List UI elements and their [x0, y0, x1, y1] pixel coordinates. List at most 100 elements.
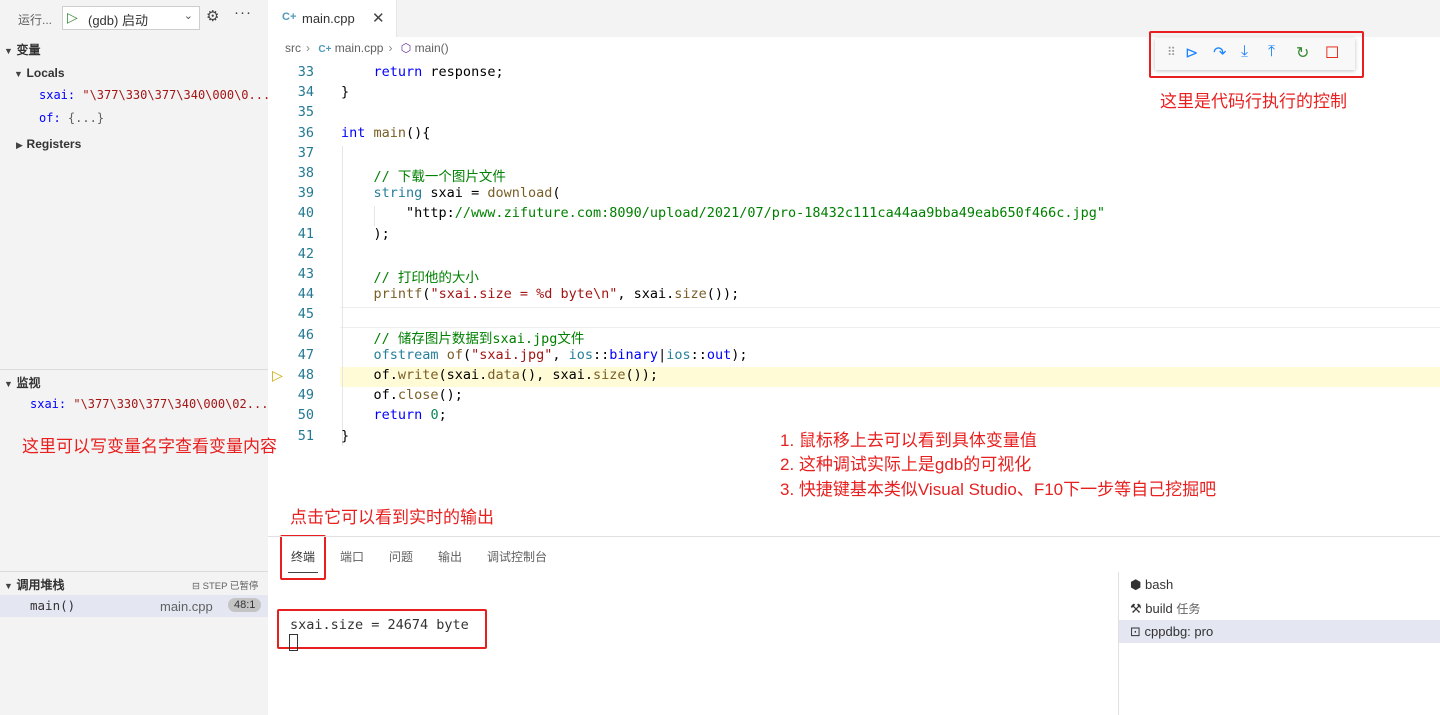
- chevron-right-icon: ›: [388, 41, 393, 55]
- locals-scope[interactable]: ▼ Locals: [14, 65, 65, 80]
- close-icon[interactable]: ✕: [372, 9, 385, 27]
- breadcrumb-item[interactable]: src: [285, 41, 301, 55]
- line-number[interactable]: 42: [270, 246, 314, 262]
- tab-label: main.cpp: [302, 11, 355, 26]
- method-icon: ⬡: [400, 41, 412, 55]
- code-line[interactable]: // 下载一个图片文件: [341, 165, 506, 185]
- terminal-item-cppdbg[interactable]: ⊡ cppdbg: pro: [1130, 624, 1213, 640]
- line-number[interactable]: 40: [270, 205, 314, 221]
- annotation-tip: 2. 这种调试实际上是gdb的可视化: [780, 455, 1032, 474]
- chevron-down-icon: ▼: [4, 379, 13, 389]
- tab-terminal[interactable]: 终端: [291, 548, 315, 565]
- line-number[interactable]: 35: [270, 104, 314, 120]
- code-line[interactable]: int main(){: [341, 125, 430, 141]
- line-number[interactable]: 44: [270, 286, 314, 302]
- variables-section-header[interactable]: ▼ 变量: [4, 41, 41, 58]
- breadcrumb-item[interactable]: main(): [415, 41, 449, 55]
- stack-frame-row[interactable]: main() main.cpp 48:1: [0, 595, 268, 617]
- chevron-right-icon: ▶: [16, 140, 23, 150]
- terminal-item-bash[interactable]: ⬢ bash: [1130, 577, 1173, 593]
- watch-section-header[interactable]: ▼ 监视: [4, 374, 41, 391]
- call-stack-section-header[interactable]: ▼ 调用堆栈: [4, 576, 65, 593]
- annotation-tip: 1. 鼠标移上去可以看到具体变量值: [780, 431, 1037, 450]
- run-label: 运行...: [18, 13, 53, 27]
- tab-debug-console[interactable]: 调试控制台: [487, 548, 547, 565]
- start-debug-icon[interactable]: ▷: [67, 9, 78, 26]
- code-line[interactable]: // 储存图片数据到sxai.jpg文件: [341, 327, 585, 347]
- line-number[interactable]: 34: [270, 84, 314, 100]
- chevron-down-icon: ▼: [14, 69, 23, 79]
- chevron-down-icon[interactable]: ⌄: [184, 9, 193, 22]
- code-line[interactable]: return 0;: [341, 407, 447, 423]
- chevron-right-icon: ›: [306, 41, 310, 55]
- tab-output[interactable]: 输出: [438, 548, 462, 565]
- tab-main-cpp[interactable]: C+ main.cpp ✕: [268, 0, 397, 37]
- divider: [0, 571, 268, 572]
- debug-sidebar: 运行... ▷ (gdb) 启动 ⌄ ⚙ ··· ▼ 变量 ▼ Locals s…: [0, 0, 270, 715]
- line-number[interactable]: 43: [270, 266, 314, 282]
- terminal-list: [1118, 572, 1440, 715]
- terminal-output[interactable]: sxai.size = 24674 byte: [290, 617, 469, 633]
- variable-row[interactable]: of: {...}: [39, 111, 104, 125]
- stack-frame-fn: main(): [30, 598, 76, 613]
- pause-icon: ⊟: [192, 581, 200, 592]
- active-tab-indicator: [288, 572, 318, 573]
- line-number[interactable]: 48: [270, 367, 314, 383]
- chevron-down-icon: ▼: [4, 581, 13, 591]
- code-line[interactable]: of.close();: [341, 387, 463, 403]
- gear-icon[interactable]: ⚙: [206, 7, 219, 25]
- run-config-label: (gdb) 启动: [88, 13, 148, 28]
- line-number[interactable]: 46: [270, 327, 314, 343]
- annotation-box-toolbar: [1149, 31, 1364, 78]
- code-line[interactable]: );: [341, 226, 390, 242]
- line-number[interactable]: 37: [270, 145, 314, 161]
- stack-frame-file: main.cpp: [160, 599, 213, 614]
- divider: [0, 369, 268, 370]
- cursor-line-highlight: [340, 307, 1440, 328]
- line-number[interactable]: 38: [270, 165, 314, 181]
- annotation-tip: 3. 快捷键基本类似Visual Studio、F10下一步等自己挖掘吧: [780, 480, 1217, 499]
- bash-icon: ⬢: [1130, 577, 1142, 592]
- line-number[interactable]: 36: [270, 125, 314, 141]
- tab-ports[interactable]: 端口: [340, 548, 364, 565]
- code-line[interactable]: printf("sxai.size = %d byte\n", sxai.siz…: [341, 286, 740, 302]
- registers-scope[interactable]: ▶ Registers: [16, 136, 81, 151]
- line-number[interactable]: 45: [270, 306, 314, 322]
- line-number[interactable]: 41: [270, 226, 314, 242]
- watch-expression[interactable]: sxai: "\377\330\377\340\000\02...: [30, 397, 268, 411]
- watch-title: 监视: [16, 376, 41, 390]
- line-number[interactable]: 39: [270, 185, 314, 201]
- terminal-cursor: [289, 634, 298, 651]
- breadcrumb: src › C+ main.cpp › ⬡ main(): [285, 41, 449, 55]
- panel-border: [268, 536, 1440, 537]
- code-line[interactable]: }: [341, 84, 349, 100]
- breadcrumb-item[interactable]: main.cpp: [335, 41, 384, 55]
- code-line[interactable]: ofstream of("sxai.jpg", ios::binary|ios:…: [341, 347, 748, 363]
- annotation-terminal-note: 点击它可以看到实时的输出: [290, 508, 494, 527]
- code-line[interactable]: of.write(sxai.data(), sxai.size());: [341, 367, 659, 383]
- registers-title: Registers: [26, 137, 82, 151]
- line-number[interactable]: 47: [270, 347, 314, 363]
- tab-problems[interactable]: 问题: [389, 548, 413, 565]
- code-line[interactable]: return response;: [341, 64, 504, 80]
- call-stack-status: ⊟ STEP 已暂停: [192, 581, 259, 592]
- line-number[interactable]: 49: [270, 387, 314, 403]
- terminal-item-build[interactable]: ⚒ build 任务: [1130, 600, 1200, 617]
- code-line[interactable]: "http://www.zifuture.com:8090/upload/202…: [341, 205, 1105, 221]
- code-line[interactable]: string sxai = download(: [341, 185, 561, 201]
- variable-row[interactable]: sxai: "\377\330\377\340\000\0...: [39, 88, 270, 102]
- stack-frame-position: 48:1: [228, 598, 262, 612]
- call-stack-title: 调用堆栈: [16, 578, 65, 592]
- tools-icon: ⚒: [1130, 601, 1142, 616]
- cpp-file-icon: C+: [318, 44, 332, 55]
- more-icon[interactable]: ···: [234, 4, 252, 21]
- line-number[interactable]: 50: [270, 407, 314, 423]
- code-line[interactable]: // 打印他的大小: [341, 266, 479, 286]
- locals-title: Locals: [26, 66, 65, 80]
- line-number[interactable]: 33: [270, 64, 314, 80]
- run-config-select[interactable]: ▷ (gdb) 启动 ⌄: [62, 6, 200, 30]
- terminal-icon: ⊡: [1130, 624, 1141, 639]
- annotation-toolbar-note: 这里是代码行执行的控制: [1160, 92, 1347, 111]
- code-line[interactable]: }: [341, 428, 349, 444]
- chevron-down-icon: ▼: [4, 46, 13, 56]
